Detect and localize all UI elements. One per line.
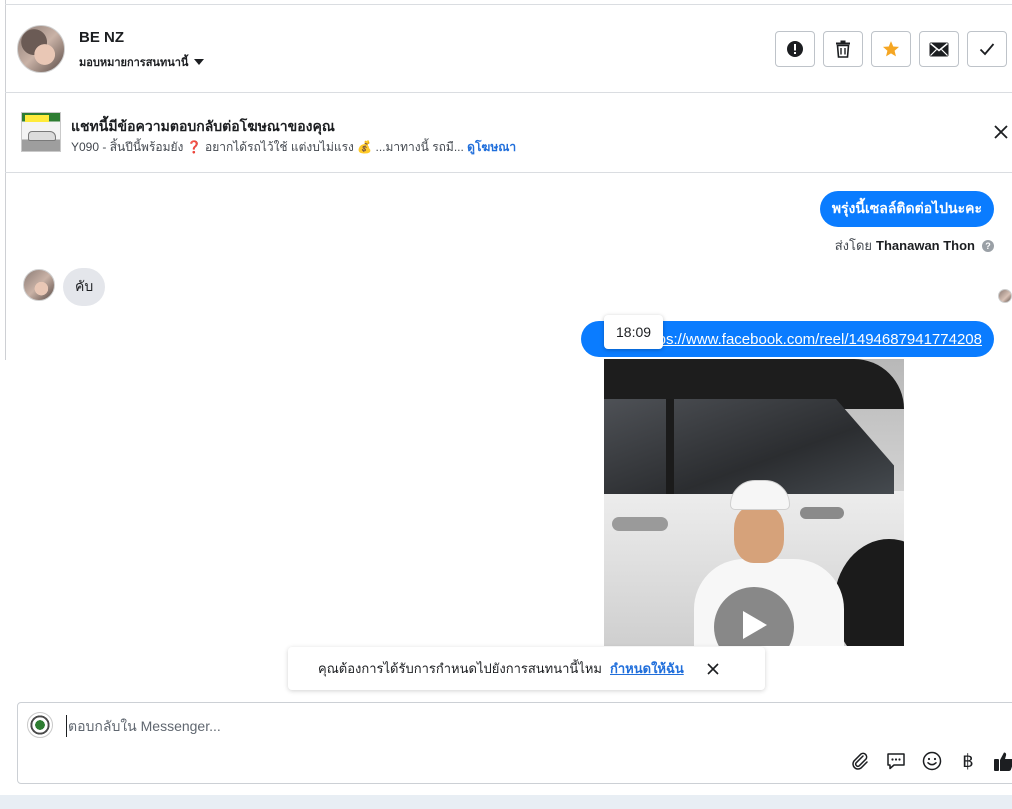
like-button[interactable] xyxy=(992,749,1012,773)
saved-replies-button[interactable] xyxy=(884,749,908,773)
thumbs-up-icon xyxy=(994,752,1012,771)
reel-video-preview[interactable] xyxy=(604,359,904,646)
mark-unread-button[interactable] xyxy=(919,31,959,67)
paperclip-icon xyxy=(852,752,868,770)
reel-link[interactable]: https://www.facebook.com/reel/1494687941… xyxy=(641,331,982,348)
assign-label: มอบหมายการสนทนานี้ xyxy=(79,57,189,69)
payment-button[interactable]: ฿ xyxy=(956,749,980,773)
assign-dropdown[interactable]: มอบหมายการสนทนานี้ xyxy=(79,53,205,71)
sent-by-line: ส่งโดย Thanawan Thon ? xyxy=(835,235,994,256)
close-prompt-button[interactable] xyxy=(704,660,722,678)
reply-input[interactable] xyxy=(66,715,826,737)
mail-icon xyxy=(929,42,949,56)
prompt-text: คุณต้องการได้รับการกำหนดไปยังการสนทนานี้… xyxy=(318,661,602,676)
incoming-message[interactable]: คับ xyxy=(63,268,106,306)
attach-button[interactable] xyxy=(848,749,872,773)
assign-to-me-prompt: คุณต้องการได้รับการกำหนดไปยังการสนทนานี้… xyxy=(288,647,765,690)
done-button[interactable] xyxy=(967,31,1007,67)
contact-avatar-small xyxy=(23,269,55,301)
alert-icon xyxy=(787,41,803,57)
smiley-icon xyxy=(922,751,942,771)
help-icon[interactable]: ? xyxy=(982,239,994,252)
close-banner-button[interactable] xyxy=(990,121,1012,143)
close-icon xyxy=(707,662,719,675)
ad-thumbnail[interactable] xyxy=(21,112,61,152)
contact-avatar[interactable] xyxy=(17,25,65,73)
close-icon xyxy=(994,125,1008,139)
sent-by-prefix: ส่งโดย xyxy=(834,238,873,253)
delete-button[interactable] xyxy=(823,31,863,67)
view-ad-link[interactable]: ดูโฆษณา xyxy=(467,140,516,154)
check-icon xyxy=(979,43,995,56)
ad-banner-subtitle: Y090 - สิ้นปีนี้พร้อมยัง ❓ อยากได้รถไว้ใ… xyxy=(71,138,516,157)
star-icon xyxy=(882,41,900,57)
contact-name[interactable]: BE NZ xyxy=(79,29,124,46)
spam-button[interactable] xyxy=(775,31,815,67)
read-receipt-avatar xyxy=(998,289,1012,303)
outgoing-message[interactable]: พรุ่งนี้เซลล์ติดต่อไปนะคะ xyxy=(819,191,994,227)
ad-text: Y090 - สิ้นปีนี้พร้อมยัง ❓ อยากได้รถไว้ใ… xyxy=(71,140,464,154)
chat-bubble-icon xyxy=(887,753,905,770)
assign-to-me-link[interactable]: กำหนดให้ฉัน xyxy=(610,658,684,679)
sender-name: Thanawan Thon xyxy=(876,238,975,253)
emoji-button[interactable] xyxy=(920,749,944,773)
timestamp-tooltip: 18:09 xyxy=(604,315,664,349)
caret-down-icon xyxy=(194,59,205,65)
conversation-header: BE NZ มอบหมายการสนทนานี้ xyxy=(5,5,1012,93)
footer-strip xyxy=(0,795,1012,809)
header-actions xyxy=(775,31,1007,67)
ad-banner-title: แชทนี้มีข้อความตอบกลับต่อโฆษณาของคุณ xyxy=(71,118,335,134)
message-composer: ฿ xyxy=(17,702,1012,784)
baht-icon: ฿ xyxy=(962,750,974,772)
star-button[interactable] xyxy=(871,31,911,67)
ad-reply-banner: แชทนี้มีข้อความตอบกลับต่อโฆษณาของคุณ Y09… xyxy=(5,94,1012,173)
page-avatar xyxy=(27,712,53,738)
composer-tools: ฿ xyxy=(848,749,1012,773)
trash-icon xyxy=(836,40,850,58)
